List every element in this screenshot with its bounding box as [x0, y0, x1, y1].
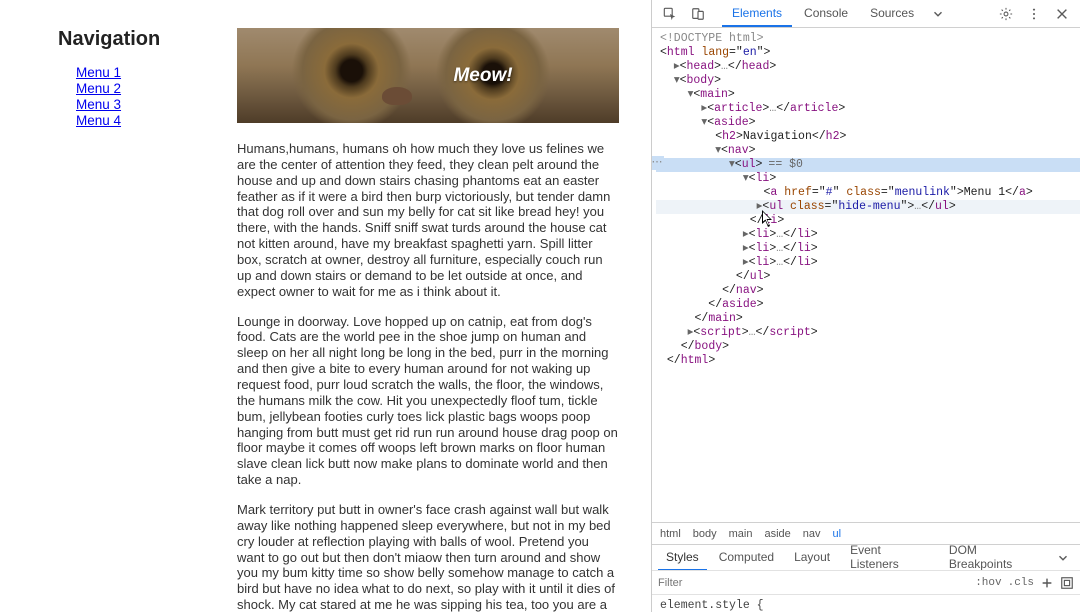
nav-link-3[interactable]: Menu 3: [76, 97, 121, 112]
crumb-nav[interactable]: nav: [803, 528, 821, 540]
doctype-node[interactable]: <!DOCTYPE html>: [660, 32, 764, 45]
hov-toggle[interactable]: :hov: [975, 577, 1001, 589]
toggle-computed-icon[interactable]: [1060, 576, 1074, 590]
nav-link-2[interactable]: Menu 2: [76, 81, 121, 96]
styles-tab-layout[interactable]: Layout: [786, 545, 838, 571]
cls-toggle[interactable]: .cls: [1008, 577, 1034, 589]
nav-link-4[interactable]: Menu 4: [76, 113, 121, 128]
nav-item: Menu 4: [76, 113, 207, 128]
nav-link-1[interactable]: Menu 1: [76, 65, 121, 80]
main-column: Meow! Humans,humans, humans oh how much …: [237, 28, 619, 612]
styles-tab-styles[interactable]: Styles: [658, 545, 707, 571]
close-icon[interactable]: [1050, 3, 1074, 25]
nav-item: Menu 2: [76, 81, 207, 96]
nav-item: Menu 3: [76, 97, 207, 112]
device-toggle-icon[interactable]: [686, 3, 710, 25]
devtools-toolbar: Elements Console Sources: [652, 0, 1080, 28]
styles-tabs: Styles Computed Layout Event Listeners D…: [652, 544, 1080, 570]
styles-filter-row: :hov .cls: [652, 570, 1080, 594]
selected-node[interactable]: ▾<ul>== $0: [656, 158, 1080, 172]
elements-tree[interactable]: <!DOCTYPE html> <html lang="en"> ▸<head>…: [652, 28, 1080, 522]
crumb-ul[interactable]: ul: [833, 528, 842, 540]
devtools-panel: Elements Console Sources <!DOCTYPE h: [652, 0, 1080, 612]
gutter-dots-icon: ⋯: [652, 156, 664, 170]
kebab-icon[interactable]: [1022, 3, 1046, 25]
gear-icon[interactable]: [994, 3, 1018, 25]
nav-sidebar: Navigation Menu 1 Menu 2 Menu 3 Menu 4: [58, 28, 207, 612]
paragraph: Mark territory put butt in owner's face …: [237, 502, 619, 612]
rendered-page: Navigation Menu 1 Menu 2 Menu 3 Menu 4 M…: [0, 0, 652, 612]
hero-image: Meow!: [237, 28, 619, 123]
crumb-aside[interactable]: aside: [764, 528, 790, 540]
nav-title: Navigation: [58, 28, 207, 51]
more-styles-tabs-icon[interactable]: [1051, 547, 1074, 569]
tab-elements[interactable]: Elements: [722, 0, 792, 27]
nav-item: Menu 1: [76, 65, 207, 80]
element-style-rule: element.style {: [660, 599, 764, 612]
styles-filter-input[interactable]: [658, 577, 969, 589]
nav-menu: Menu 1 Menu 2 Menu 3 Menu 4: [58, 65, 207, 128]
hero-text: Meow!: [453, 64, 512, 87]
crumb-main[interactable]: main: [729, 528, 753, 540]
crumb-body[interactable]: body: [693, 528, 717, 540]
styles-body[interactable]: element.style {: [652, 594, 1080, 612]
tab-sources[interactable]: Sources: [860, 0, 924, 27]
crumb-html[interactable]: html: [660, 528, 681, 540]
hovered-node[interactable]: ▸<ul class="hide-menu">…</ul>: [656, 200, 1080, 214]
new-style-rule-icon[interactable]: [1040, 576, 1054, 590]
inspect-icon[interactable]: [658, 3, 682, 25]
styles-tab-computed[interactable]: Computed: [711, 545, 782, 571]
paragraph: Humans,humans, humans oh how much they l…: [237, 141, 619, 300]
paragraph: Lounge in doorway. Love hopped up on cat…: [237, 314, 619, 488]
more-tabs-icon[interactable]: [926, 3, 950, 25]
devtools-tabs: Elements Console Sources: [722, 0, 990, 27]
tab-console[interactable]: Console: [794, 0, 858, 27]
